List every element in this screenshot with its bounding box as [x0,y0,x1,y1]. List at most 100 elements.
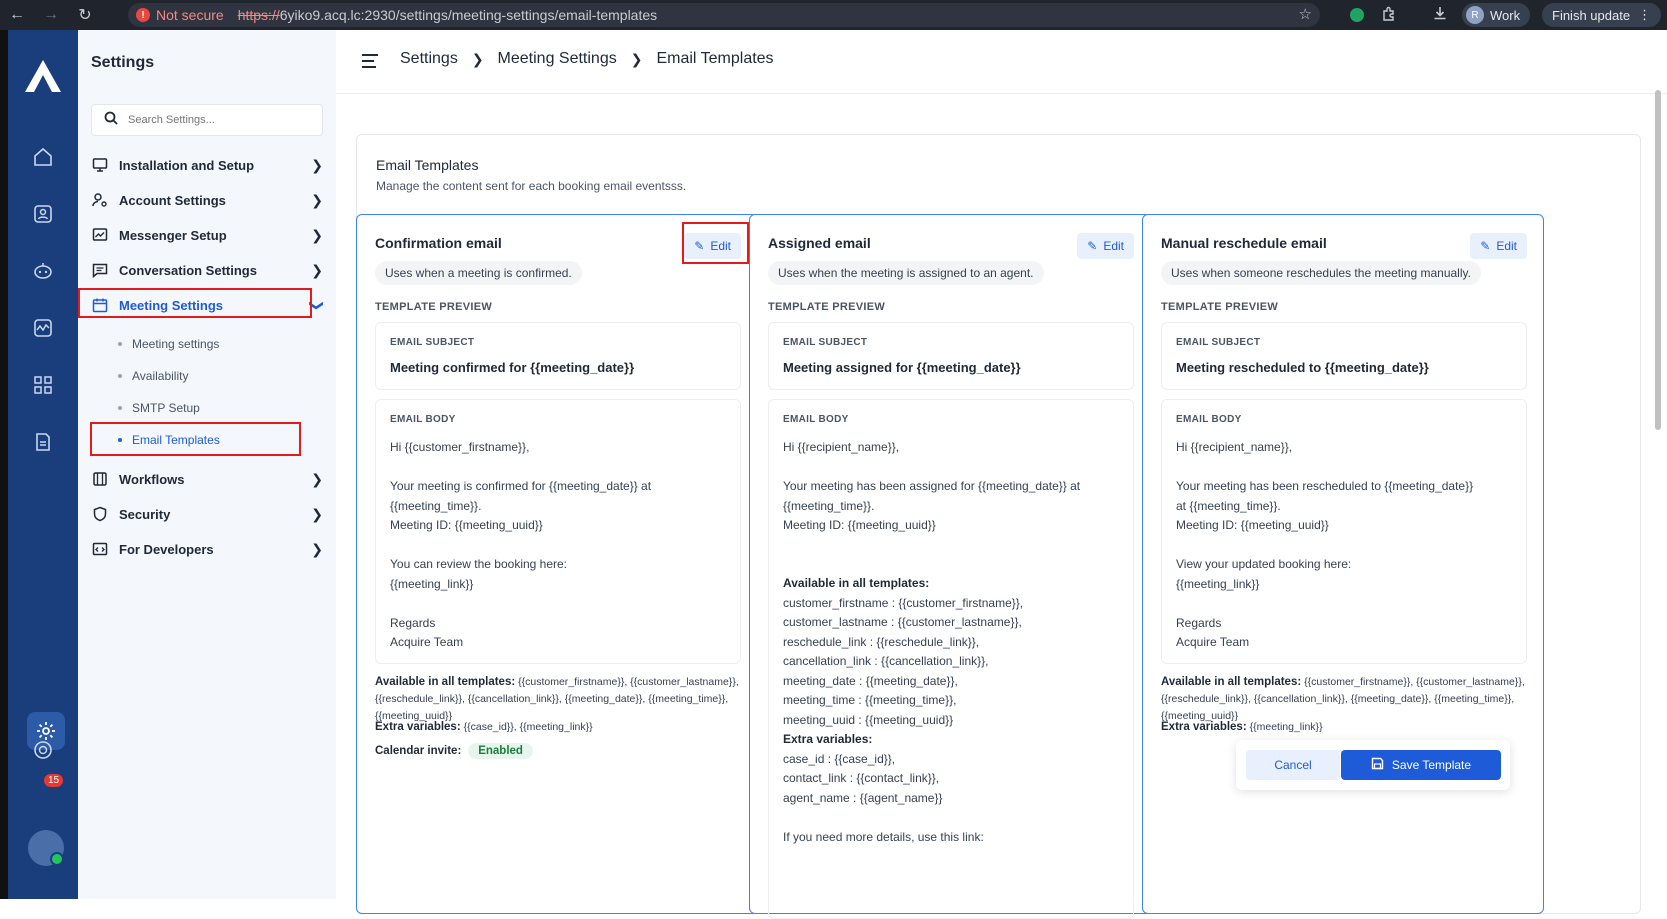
sidebar-sub-smtp[interactable]: SMTP Setup [118,396,200,420]
variable-line: customer_lastname : {{customer_lastname}… [783,615,1022,629]
email-body-box: EMAIL BODY Hi {{recipient_name}}, Your m… [768,399,1134,919]
help-lifebuoy-icon[interactable] [29,736,57,764]
widgets-icon[interactable] [29,371,57,399]
sidebar-item-security[interactable]: Security ❯ [91,499,323,529]
user-avatar[interactable] [28,830,64,866]
reload-icon[interactable]: ↻ [68,0,102,30]
extensions-puzzle-icon[interactable] [1381,6,1397,25]
card-description: Uses when a meeting is confirmed. [375,261,582,285]
breadcrumb-item[interactable]: Settings [400,50,458,68]
sidebar-item-installation[interactable]: Installation and Setup ❯ [91,150,323,180]
chat-icon [91,261,109,279]
breadcrumb-item[interactable]: Meeting Settings [498,50,617,68]
back-icon[interactable]: ← [0,0,34,30]
email-subject-text: Meeting confirmed for {{meeting_date}} [390,360,635,375]
address-bar[interactable]: ! Not secure https:// 6yiko9.acq.lc:2930… [128,3,1320,27]
email-subject-box: EMAIL SUBJECT Meeting rescheduled to {{m… [1161,322,1527,390]
save-icon [1371,757,1384,773]
save-template-button[interactable]: Save Template [1341,750,1501,780]
edit-icon: ✎ [1087,239,1098,253]
kebab-menu-icon[interactable]: ⋮ [1638,7,1651,23]
highlight-box [682,222,749,264]
sidebar-sub-availability[interactable]: Availability [118,364,188,388]
analytics-icon[interactable] [29,314,57,342]
calendar-invite: Calendar invite: Enabled [375,743,745,759]
available-heading: Available in all templates: [783,576,930,590]
email-body-box: EMAIL BODY Hi {{recipient_name}}, Your m… [1161,399,1527,664]
cancel-button[interactable]: Cancel [1246,750,1340,780]
variable-line: reschedule_link : {{reschedule_link}}, [783,634,980,649]
page-header: Settings ❯ Meeting Settings ❯ Email Temp… [336,30,1667,94]
sidebar-item-label: Conversation Settings [119,262,257,278]
email-subject-label: EMAIL SUBJECT [783,337,868,348]
extra-values: {{case_id}}, {{meeting_link}} [463,721,593,733]
download-icon[interactable] [1432,5,1448,24]
sidebar-item-label: Security [119,506,171,522]
variable-line: contact_link : {{contact_link}}, [783,771,940,785]
not-secure-label[interactable]: Not secure [156,7,224,23]
extra-label: Extra variables: [375,721,461,733]
search-input[interactable] [128,114,308,126]
extension-shield-icon[interactable] [1350,8,1364,22]
window-edge [0,30,8,899]
email-subject-label: EMAIL SUBJECT [1176,337,1261,348]
app-logo-icon[interactable] [23,58,63,94]
sidebar-sub-meeting-settings[interactable]: Meeting settings [118,332,219,356]
settings-search[interactable] [91,104,323,136]
edit-button[interactable]: ✎ Edit [1470,233,1527,259]
forward-icon[interactable]: → [34,0,68,30]
extra-variables: Extra variables: {{meeting_link}} [1161,721,1531,733]
card-description: Uses when someone reschedules the meetin… [1161,261,1481,285]
profile-avatar: R [1466,6,1484,24]
contacts-icon[interactable] [29,200,57,228]
menu-toggle-icon[interactable] [362,54,378,68]
sidebar-item-label: Messenger Setup [119,227,227,243]
chevron-right-icon: ❯ [311,540,323,557]
trailing-line: If you need more details, use this link: [783,829,984,844]
available-label: Available in all templates: [375,676,516,688]
sidebar-sub-label: Availability [132,369,189,383]
highlight-box [78,288,312,318]
card-title: Confirmation email [375,235,502,251]
sidebar-title: Settings [91,54,155,71]
profile-button[interactable]: R Work [1462,3,1531,27]
sidebar-item-label: Installation and Setup [119,157,255,173]
warning-icon: ! [136,8,150,22]
sidebar-sub-label: SMTP Setup [132,401,200,415]
variable-line: customer_firstname : {{customer_firstnam… [783,595,1024,610]
chevron-right-icon: ❯ [311,505,323,522]
email-subject-label: EMAIL SUBJECT [390,337,475,348]
monitor-icon [91,156,109,174]
edit-button[interactable]: ✎ Edit [1077,233,1134,259]
email-body-label: EMAIL BODY [390,414,456,425]
card-description: Uses when the meeting is assigned to an … [768,261,1044,285]
card-title: Manual reschedule email [1161,235,1327,251]
extra-label: Extra variables: [1161,721,1247,733]
finish-update-button[interactable]: Finish update ⋮ [1542,3,1662,27]
code-icon [91,540,109,558]
scrollbar[interactable] [1655,90,1661,430]
email-subject-text: Meeting assigned for {{meeting_date}} [783,360,1021,375]
template-preview-label: TEMPLATE PREVIEW [1161,301,1279,313]
app-rail: 15 [8,30,78,899]
breadcrumb-item: Email Templates [656,50,774,67]
edit-label: Edit [1103,239,1124,253]
template-preview-label: TEMPLATE PREVIEW [375,301,493,313]
home-icon[interactable] [29,143,57,171]
form-actions: Cancel Save Template [1236,740,1510,790]
variables-list: Available in all templates: customer_fir… [783,574,1023,847]
reports-icon[interactable] [29,428,57,456]
email-body-box: EMAIL BODY Hi {{customer_firstname}}, Yo… [375,399,741,664]
sidebar-item-account[interactable]: Account Settings ❯ [91,185,323,215]
status-badge: Enabled [468,743,533,759]
sidebar-item-conversation[interactable]: Conversation Settings ❯ [91,255,323,285]
edit-label: Edit [1496,239,1517,253]
sidebar-item-developers[interactable]: For Developers ❯ [91,534,323,564]
bookmark-star-icon[interactable]: ☆ [1299,5,1312,23]
bullet-icon [118,374,122,378]
extra-variables: Extra variables: {{case_id}}, {{meeting_… [375,721,745,733]
sidebar-item-messenger[interactable]: Messenger Setup ❯ [91,220,323,250]
bot-icon[interactable] [29,257,57,285]
extra-heading: Extra variables: [783,732,873,746]
sidebar-item-workflows[interactable]: Workflows ❯ [91,464,323,494]
